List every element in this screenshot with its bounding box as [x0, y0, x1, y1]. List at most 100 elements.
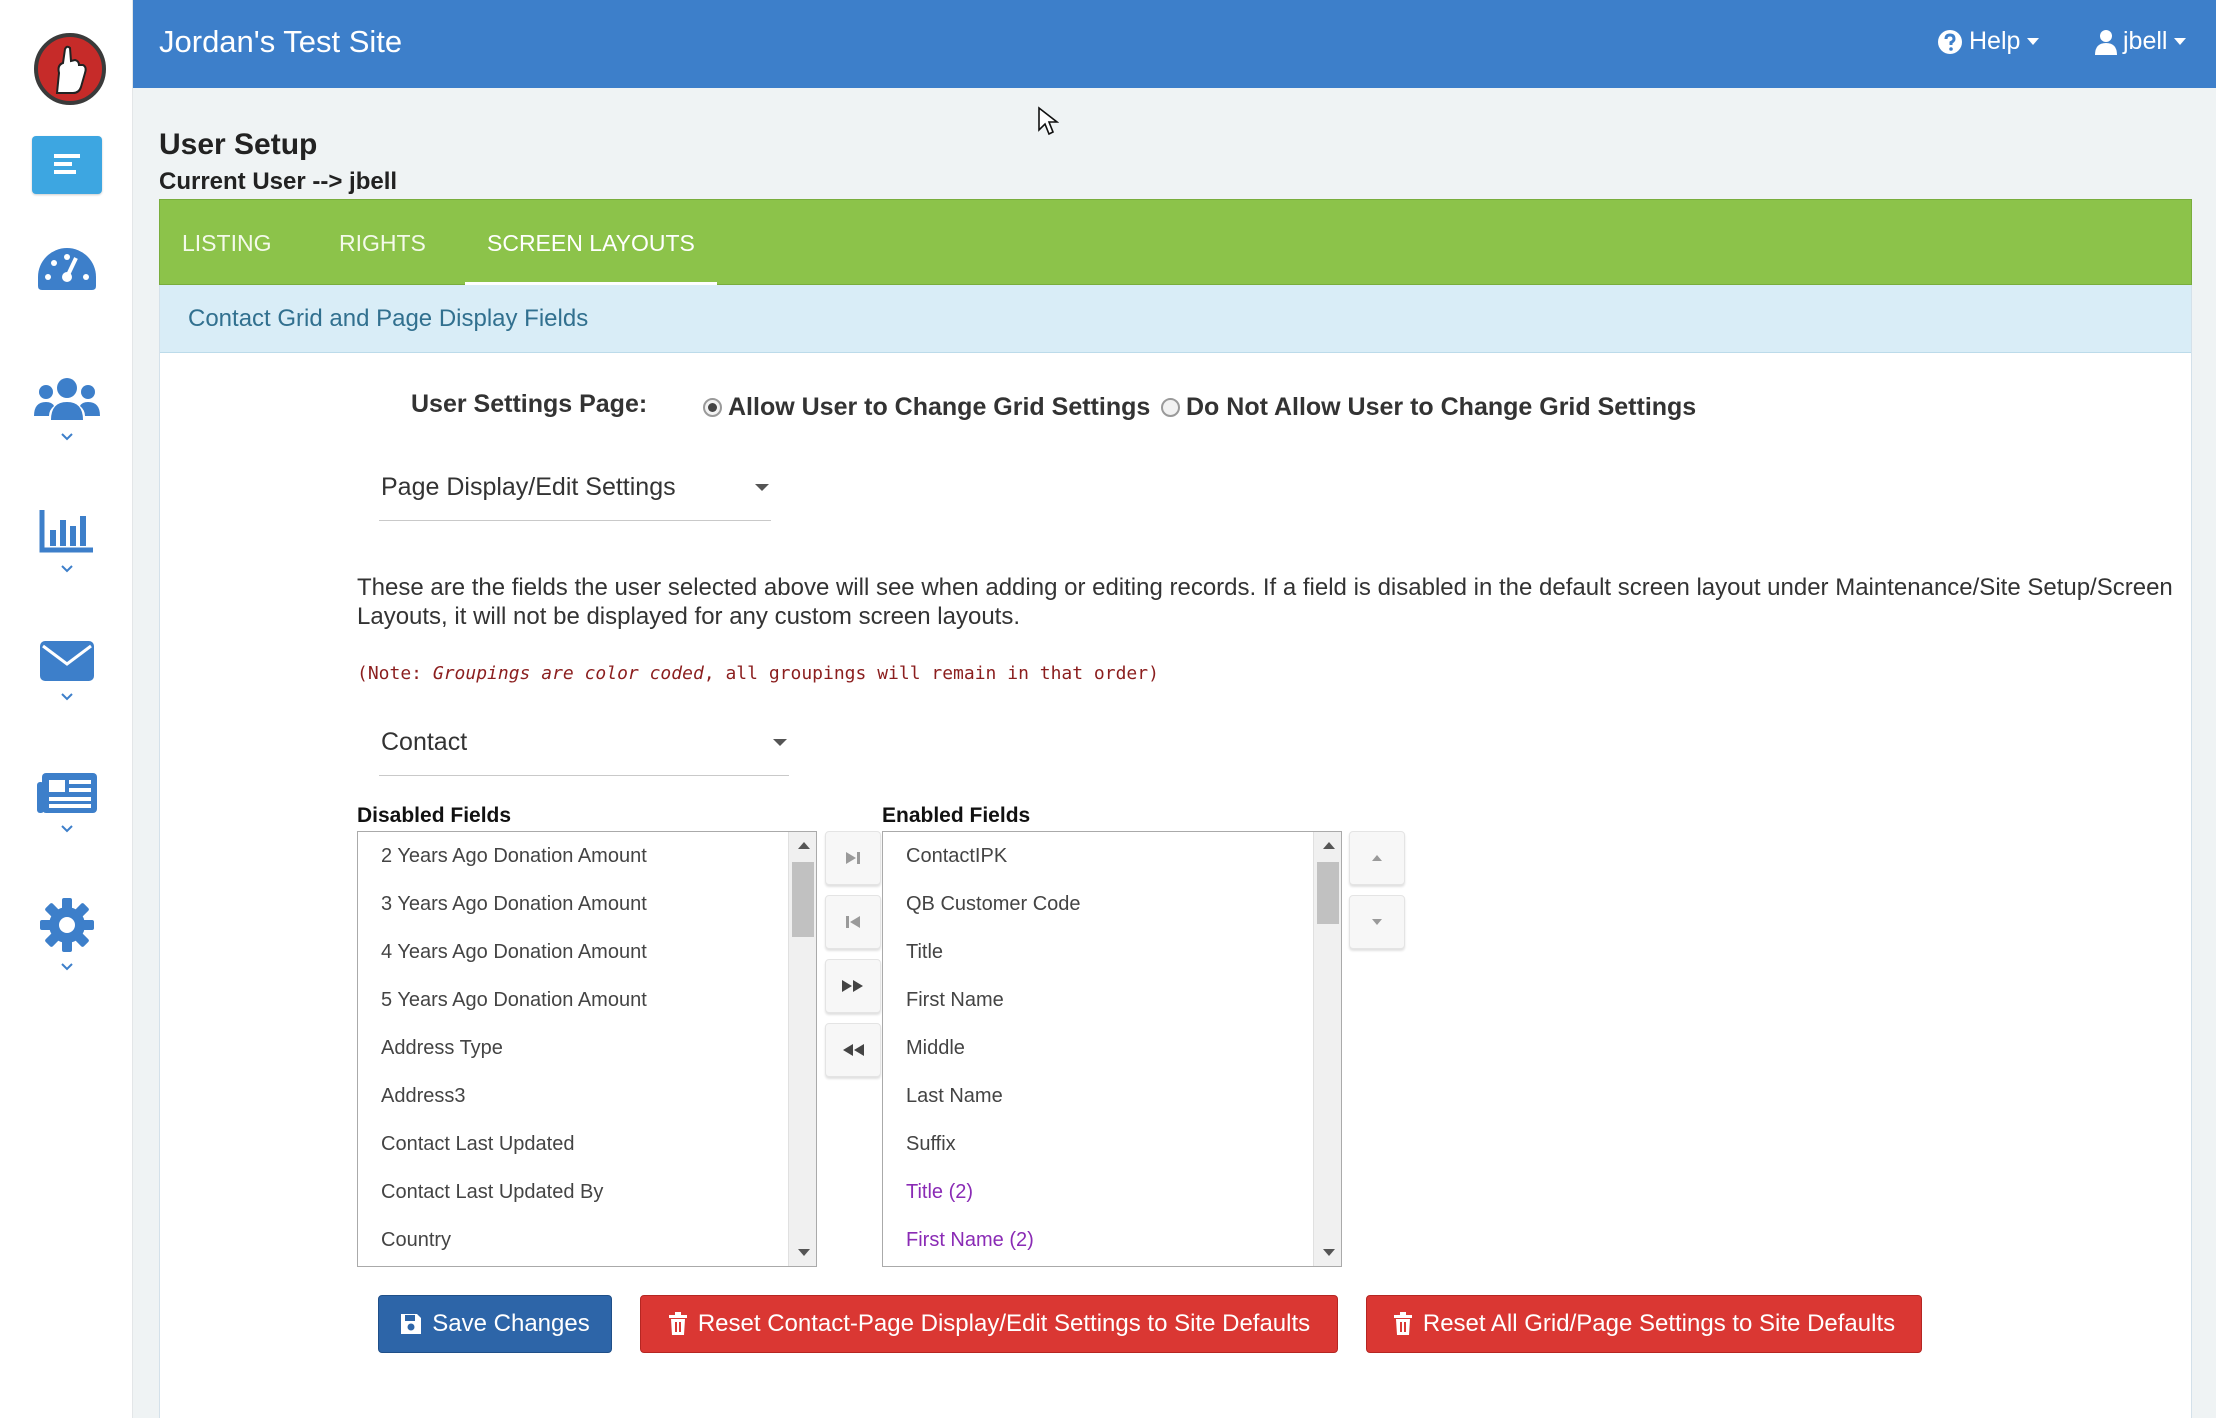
list-item[interactable]: 3 Years Ago Donation Amount	[358, 880, 788, 928]
mouse-cursor-icon	[1038, 106, 1059, 136]
screen-layouts-panel: Contact Grid and Page Display Fields Use…	[159, 285, 2192, 1418]
save-changes-button[interactable]: Save Changes	[378, 1295, 612, 1353]
list-item[interactable]: Last Name	[883, 1072, 1313, 1120]
move-up-button[interactable]	[1349, 831, 1405, 885]
app-logo[interactable]	[34, 33, 106, 105]
help-label: Help	[1969, 27, 2021, 55]
entity-value: Contact	[381, 728, 468, 756]
radio-allow-button[interactable]	[703, 398, 722, 417]
user-icon	[2095, 29, 2117, 55]
sidebar-item-contacts[interactable]	[0, 376, 133, 441]
disabled-fields-items: 2 Years Ago Donation Amount 3 Years Ago D…	[358, 832, 788, 1264]
note-suffix: , all groupings will remain in that orde…	[703, 663, 1159, 684]
scroll-down-icon[interactable]	[798, 1249, 810, 1256]
reset-page-settings-button[interactable]: Reset Contact-Page Display/Edit Settings…	[640, 1295, 1338, 1353]
list-item[interactable]: Title (2)	[883, 1168, 1313, 1216]
envelope-icon	[39, 641, 94, 681]
user-menu[interactable]: jbell	[2095, 27, 2187, 56]
scroll-up-icon[interactable]	[798, 842, 810, 849]
top-navbar: Jordan's Test Site Help jbell	[133, 0, 2216, 88]
site-title[interactable]: Jordan's Test Site	[159, 24, 402, 60]
list-item[interactable]: Contact Last Updated By	[358, 1168, 788, 1216]
scroll-down-icon[interactable]	[1323, 1249, 1335, 1256]
move-all-left-button[interactable]	[825, 1023, 881, 1077]
trash-icon	[668, 1312, 687, 1335]
enabled-fields-label: Enabled Fields	[882, 804, 1031, 827]
help-menu[interactable]: Help	[1937, 27, 2040, 56]
note-emphasis: Groupings are color coded	[432, 663, 704, 684]
list-item[interactable]: First Name (2)	[883, 1216, 1313, 1264]
trash-icon	[1393, 1312, 1412, 1335]
tab-rights[interactable]: RIGHTS	[317, 200, 448, 286]
sidebar-item-reports[interactable]	[0, 508, 133, 573]
newspaper-icon	[36, 773, 97, 813]
tachometer-icon	[37, 248, 96, 290]
radio-deny-change[interactable]: Do Not Allow User to Change Grid Setting…	[1161, 393, 1696, 422]
reset-all-settings-button[interactable]: Reset All Grid/Page Settings to Site Def…	[1366, 1295, 1922, 1353]
move-all-right-button[interactable]	[825, 959, 881, 1013]
current-user-subtitle: Current User --> jbell	[159, 168, 398, 195]
bar-chart-icon	[39, 510, 93, 553]
step-backward-icon	[846, 916, 860, 928]
reset-page-settings-label: Reset Contact-Page Display/Edit Settings…	[697, 1310, 1311, 1337]
groupings-note: (Note: Groupings are color coded, all gr…	[357, 663, 1159, 684]
list-item[interactable]: Contact Last Updated	[358, 1120, 788, 1168]
note-prefix: (Note:	[357, 663, 433, 684]
chevron-down-icon	[60, 565, 73, 573]
enabled-fields-items: ContactIPK QB Customer Code Title First Nam…	[883, 832, 1313, 1264]
list-item[interactable]: Address3	[358, 1072, 788, 1120]
align-left-icon	[53, 154, 80, 174]
user-label: jbell	[2123, 27, 2168, 55]
scroll-up-icon[interactable]	[1323, 842, 1335, 849]
disabled-fields-scrollbar[interactable]	[788, 832, 816, 1266]
caret-down-icon	[755, 484, 769, 491]
users-icon	[33, 378, 100, 420]
chevron-down-icon	[60, 825, 73, 833]
chevron-down-icon	[60, 693, 73, 701]
reset-all-settings-label: Reset All Grid/Page Settings to Site Def…	[1422, 1310, 1896, 1337]
list-item[interactable]: Title	[883, 928, 1313, 976]
list-item[interactable]: QB Customer Code	[883, 880, 1313, 928]
chevron-down-icon	[60, 963, 73, 971]
enabled-fields-list[interactable]: ContactIPK QB Customer Code Title First Nam…	[882, 831, 1342, 1267]
list-item[interactable]: Middle	[883, 1024, 1313, 1072]
radio-deny-button[interactable]	[1161, 398, 1180, 417]
disabled-fields-list[interactable]: 2 Years Ago Donation Amount 3 Years Ago D…	[357, 831, 817, 1267]
disabled-fields-label: Disabled Fields	[357, 804, 512, 827]
list-item[interactable]: Suffix	[883, 1120, 1313, 1168]
scroll-thumb[interactable]	[1317, 862, 1339, 924]
list-item[interactable]: 4 Years Ago Donation Amount	[358, 928, 788, 976]
sidebar-item-dashboard[interactable]	[0, 246, 133, 294]
save-changes-label: Save Changes	[432, 1310, 590, 1337]
list-item[interactable]: 5 Years Ago Donation Amount	[358, 976, 788, 1024]
scroll-thumb[interactable]	[792, 862, 814, 937]
enabled-fields-scrollbar[interactable]	[1313, 832, 1341, 1266]
sidebar-item-settings[interactable]	[0, 898, 133, 971]
description-text: These are the fields the user selected a…	[357, 574, 2173, 630]
list-item[interactable]: 2 Years Ago Donation Amount	[358, 832, 788, 880]
chevron-down-icon	[60, 433, 73, 441]
caret-down-icon	[2027, 38, 2040, 45]
list-item[interactable]: Country	[358, 1216, 788, 1264]
sidebar-item-dashboard-list[interactable]	[0, 136, 133, 194]
caret-up-icon	[1372, 855, 1382, 861]
entity-select[interactable]: Contact	[379, 728, 789, 776]
user-settings-label: User Settings Page:	[411, 390, 648, 418]
list-item[interactable]: Address Type	[358, 1024, 788, 1072]
radio-allow-label: Allow User to Change Grid Settings	[728, 393, 1151, 421]
move-down-button[interactable]	[1349, 895, 1405, 949]
move-selected-left-button[interactable]	[825, 895, 881, 949]
tab-screen-layouts[interactable]: SCREEN LAYOUTS	[465, 200, 717, 286]
sidebar-item-newsletters[interactable]	[0, 772, 133, 833]
list-item[interactable]: ContactIPK	[883, 832, 1313, 880]
tab-listing[interactable]: LISTING	[160, 200, 293, 286]
floppy-disk-icon	[401, 1314, 422, 1334]
radio-allow-change[interactable]: Allow User to Change Grid Settings	[703, 393, 1150, 422]
move-selected-right-button[interactable]	[825, 831, 881, 885]
sidebar-active-box	[31, 136, 102, 194]
caret-down-icon	[1372, 919, 1382, 925]
radio-deny-label: Do Not Allow User to Change Grid Setting…	[1186, 393, 1697, 421]
sidebar-item-email[interactable]	[0, 640, 133, 701]
list-item[interactable]: First Name	[883, 976, 1313, 1024]
settings-type-select[interactable]: Page Display/Edit Settings	[379, 473, 771, 521]
